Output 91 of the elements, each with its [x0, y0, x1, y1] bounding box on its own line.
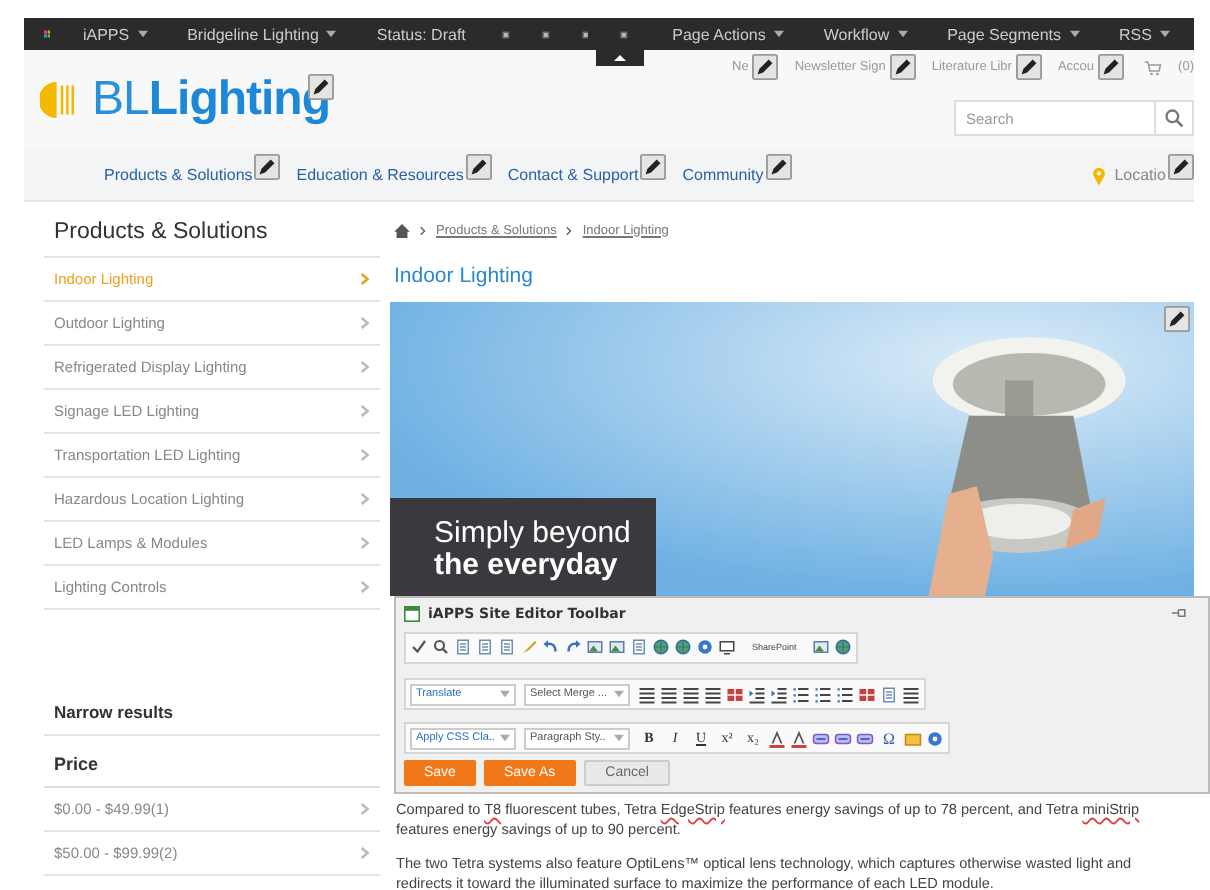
admin-menu[interactable]: iAPPS [66, 25, 164, 43]
caret-icon [500, 734, 510, 742]
globe-icon[interactable] [674, 638, 692, 656]
caret-icon [1159, 30, 1170, 38]
text-color-icon[interactable] [768, 729, 786, 747]
nav-link[interactable]: Products & Solutions [104, 166, 253, 184]
image-icon[interactable] [812, 638, 831, 656]
align-icon[interactable] [682, 685, 700, 703]
caret-icon [500, 690, 510, 698]
caret-icon [326, 30, 337, 38]
image-icon[interactable] [608, 638, 626, 656]
check-icon[interactable] [410, 638, 428, 656]
align-icon[interactable] [704, 685, 722, 703]
pencil-icon[interactable] [640, 154, 667, 180]
admin-menu[interactable]: Bridgeline Lighting [171, 25, 353, 43]
admin-menu[interactable]: Page Actions [656, 25, 800, 43]
pencil-icon[interactable] [254, 154, 281, 180]
nav-link[interactable]: Education & Resources [296, 166, 464, 184]
admin-menu[interactable]: RSS [1103, 25, 1186, 43]
table-icon[interactable] [726, 685, 744, 703]
cart-icon[interactable] [1144, 59, 1163, 75]
text-color-icon[interactable] [790, 729, 808, 747]
globe-icon[interactable] [652, 638, 670, 656]
caret-icon [614, 690, 624, 698]
symbol-button[interactable]: Ω [878, 727, 900, 749]
pencil-icon[interactable] [765, 154, 792, 180]
undo-icon[interactable] [542, 638, 560, 656]
media-icon[interactable] [904, 729, 922, 747]
nav-link[interactable]: Community [682, 166, 764, 184]
chevron-icon [360, 272, 370, 286]
caret-icon [1069, 30, 1080, 38]
chevron-icon [360, 536, 370, 550]
indent-icon[interactable] [748, 685, 766, 703]
pencil-icon[interactable] [465, 154, 492, 180]
redo-icon[interactable] [564, 638, 582, 656]
link-icon[interactable] [834, 729, 852, 747]
pencil-icon[interactable] [1164, 306, 1190, 332]
chevron-icon [360, 316, 370, 330]
chevron-icon [360, 448, 370, 462]
filter-heading: Price [44, 736, 380, 788]
home-icon[interactable] [394, 223, 410, 237]
chevron-icon [360, 360, 370, 374]
search-icon[interactable] [432, 638, 450, 656]
link-icon[interactable] [856, 729, 874, 747]
chevron-icon [360, 580, 370, 594]
link-icon[interactable] [812, 729, 830, 747]
indent-icon[interactable] [770, 685, 788, 703]
chevron-icon [566, 225, 573, 235]
page-heading: Indoor Lighting [392, 262, 535, 292]
align-icon[interactable] [638, 685, 656, 703]
caret-icon [773, 30, 784, 38]
banner-headline: Simply beyond [434, 518, 633, 550]
admin-menu[interactable]: Status: Draft [360, 25, 482, 43]
page-icon[interactable] [454, 638, 472, 656]
globe-icon[interactable] [834, 638, 853, 656]
pencil-icon[interactable] [1098, 54, 1125, 80]
align-icon[interactable] [902, 685, 920, 703]
list-icon[interactable] [792, 685, 810, 703]
pencil-icon[interactable] [1168, 154, 1194, 180]
nav-link[interactable]: Contact & Support [507, 166, 639, 184]
page-icon[interactable] [630, 638, 648, 656]
list-icon[interactable] [814, 685, 832, 703]
pencil-icon[interactable] [752, 54, 779, 80]
caret-icon [614, 734, 624, 742]
align-icon[interactable] [660, 685, 678, 703]
banner-headline: the everyday [434, 550, 618, 582]
image-icon[interactable] [586, 638, 604, 656]
window-icon [404, 605, 420, 621]
page-icon[interactable] [476, 638, 494, 656]
sidebar-title: Products & Solutions [44, 202, 380, 258]
chevron-icon [360, 404, 370, 418]
monitor-icon[interactable] [718, 638, 736, 656]
table-icon[interactable] [858, 685, 876, 703]
filter-title: Narrow results [44, 690, 380, 736]
list-icon[interactable] [836, 685, 854, 703]
chevron-icon [360, 802, 370, 816]
chevron-icon [420, 225, 426, 235]
admin-menu[interactable]: Page Segments [931, 25, 1096, 43]
admin-menu[interactable]: Workflow [807, 25, 924, 43]
chevron-icon [360, 492, 370, 506]
caret-icon [897, 30, 908, 38]
collapse-tab[interactable] [596, 50, 644, 66]
caret-icon [137, 30, 148, 38]
pencil-icon[interactable] [889, 54, 916, 80]
chevron-icon [360, 846, 370, 860]
pin-icon[interactable] [1172, 608, 1188, 618]
nav-link[interactable]: Locatio [1114, 166, 1166, 184]
search-icon[interactable] [1154, 100, 1194, 136]
pencil-icon[interactable] [1015, 54, 1042, 80]
page-icon[interactable] [498, 638, 516, 656]
location-pin-icon [1092, 165, 1107, 185]
